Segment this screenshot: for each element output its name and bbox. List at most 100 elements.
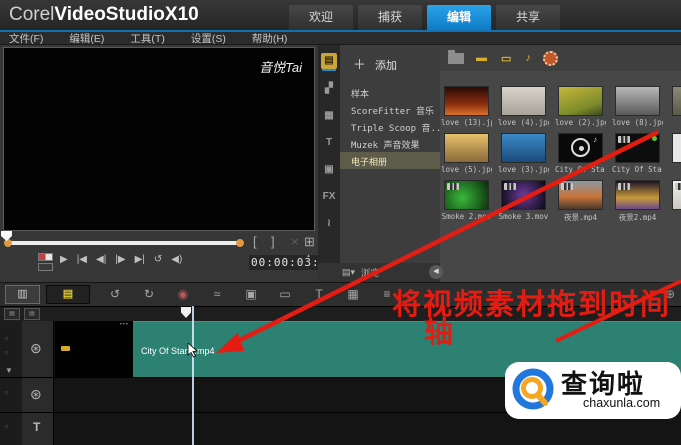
- media-thumbnail[interactable]: love (3).jpg: [498, 133, 555, 180]
- project-mode-icon[interactable]: [38, 253, 53, 261]
- mark-out-button[interactable]: ]: [271, 234, 275, 249]
- track-filter-button[interactable]: ▤: [24, 308, 40, 320]
- sound-mixer-button[interactable]: ≈: [200, 284, 234, 305]
- track-ripple-icon[interactable]: ▫: [5, 334, 8, 343]
- status-dot: [652, 136, 657, 141]
- site-name: 查询啦: [561, 370, 646, 399]
- mark-in-button[interactable]: [: [253, 234, 257, 249]
- library-item-ealbum[interactable]: 电子相册: [340, 152, 440, 169]
- title-track-option-icon[interactable]: ▫: [5, 422, 8, 431]
- subtitle-button[interactable]: T: [302, 284, 336, 305]
- show-all-tracks-button[interactable]: ▤: [4, 308, 20, 320]
- storyboard-view-button[interactable]: ▥: [5, 285, 40, 304]
- add-folder-button[interactable]: ＋添加: [340, 45, 440, 73]
- transitions-icon[interactable]: ▞: [325, 82, 333, 96]
- film-badge-icon: [618, 136, 630, 143]
- trim-handle-end[interactable]: [236, 239, 244, 247]
- media-thumbnail[interactable]: love: [669, 86, 681, 133]
- prev-frame-button[interactable]: ◀|: [96, 249, 106, 271]
- tab-edit[interactable]: 编辑: [427, 5, 491, 30]
- menu-file[interactable]: 文件(F): [9, 31, 43, 46]
- menu-settings[interactable]: 设置(S): [191, 31, 226, 46]
- snapshot-icon[interactable]: ⊞: [304, 234, 315, 250]
- overlay-track-option-icon[interactable]: ▫: [5, 388, 8, 397]
- workspace-tabs: 欢迎 捕获 编辑 共享: [289, 5, 560, 30]
- media-badge-icon[interactable]: [542, 50, 558, 66]
- track-options-column: [0, 321, 22, 445]
- video-track-icon[interactable]: ⊛: [30, 340, 42, 357]
- media-thumbnail[interactable]: 夜景2.mp4: [612, 180, 669, 227]
- motion-path-icon[interactable]: ≀: [327, 217, 331, 231]
- media-thumbnail[interactable]: Smoke 3.mov: [498, 180, 555, 227]
- record-capture-button[interactable]: ◉: [166, 284, 200, 305]
- menu-help[interactable]: 帮助(H): [252, 31, 288, 46]
- tab-welcome[interactable]: 欢迎: [289, 5, 353, 30]
- clip-menu-dots[interactable]: •••: [120, 322, 129, 328]
- preview-panel: 音悦Tai [ ] × ⊞ ▶ |◀ ◀| |▶ ▶| ↺ ◀) 00:00:03:26 ▲…: [0, 45, 337, 282]
- repeat-button[interactable]: ↺: [154, 249, 162, 271]
- media-thumbnail[interactable]: love (5).jpg: [441, 133, 498, 180]
- menu-edit[interactable]: 编辑(E): [69, 31, 104, 46]
- media-thumbnail[interactable]: love: [669, 133, 681, 180]
- timeline-playhead[interactable]: [192, 306, 194, 445]
- scrubber-track[interactable]: [8, 241, 240, 245]
- track-lock-icon[interactable]: ▫: [5, 348, 8, 357]
- menu-bar: 文件(F) 编辑(E) 工具(T) 设置(S) 帮助(H): [0, 32, 681, 45]
- title-bar: CorelVideoStudioX10 欢迎 捕获 编辑 共享: [0, 0, 681, 30]
- clip-logo-mark: [61, 346, 70, 351]
- media-thumbnail[interactable]: love (8).jpg: [612, 86, 669, 133]
- collapse-panel-button[interactable]: ◀: [429, 265, 443, 279]
- video-clip-thumbnail[interactable]: •••: [55, 321, 133, 377]
- tab-share[interactable]: 共享: [496, 5, 560, 30]
- media-thumbnail[interactable]: love (4).jpg: [498, 86, 555, 133]
- media-library-icon[interactable]: ▤: [321, 53, 337, 69]
- next-frame-button[interactable]: |▶: [115, 249, 125, 271]
- plus-icon: ＋: [353, 57, 367, 72]
- clip-name-label: City Of Stars .mp4: [141, 346, 215, 356]
- filter-audio-button[interactable]: ♪: [525, 52, 531, 65]
- filter-icon[interactable]: FX: [323, 190, 336, 204]
- chevron-down-icon[interactable]: ▼: [5, 366, 13, 375]
- film-badge-icon: [447, 183, 459, 190]
- site-logo-icon: [512, 368, 554, 409]
- go-start-button[interactable]: |◀: [77, 249, 87, 271]
- trim-handle-start[interactable]: [4, 239, 12, 247]
- media-thumbnail[interactable]: love (13).jpg: [441, 86, 498, 133]
- title-track-icon[interactable]: T: [33, 420, 40, 434]
- media-thumbnail[interactable]: Smoke 2.mov: [441, 180, 498, 227]
- project-clip-toggle[interactable]: [38, 253, 53, 273]
- library-item-samples[interactable]: 样本: [340, 84, 440, 101]
- title-icon[interactable]: T: [326, 136, 332, 150]
- undo-button[interactable]: ↺: [98, 284, 132, 305]
- auto-music-button[interactable]: ▣: [234, 284, 268, 305]
- overlay-icon[interactable]: ▣: [324, 163, 333, 177]
- redo-button[interactable]: ↻: [132, 284, 166, 305]
- menu-tools[interactable]: 工具(T): [130, 31, 164, 46]
- mix-track-button[interactable]: ▭: [268, 284, 302, 305]
- media-thumbnail[interactable]: love (2).jpg: [555, 86, 612, 133]
- preview-watermark: 音悦Tai: [259, 60, 302, 75]
- media-thumbnail[interactable]: ♪ City Of Star...: [555, 133, 612, 180]
- filter-photo-button[interactable]: ▭: [501, 52, 511, 65]
- media-thumbnail[interactable]: love: [669, 180, 681, 227]
- track-manager-button[interactable]: ▦: [336, 284, 370, 305]
- go-end-button[interactable]: ▶|: [135, 249, 145, 271]
- photo-icon[interactable]: ▦: [324, 109, 333, 123]
- timecode-stepper[interactable]: ▲ ▼: [306, 253, 311, 265]
- library-item-scorefitter[interactable]: ScoreFitter 音乐: [340, 101, 440, 118]
- overlay-track-icon[interactable]: ⊛: [30, 386, 42, 403]
- browse-label[interactable]: 浏览: [361, 266, 379, 279]
- timeline-view-button[interactable]: ▤: [46, 285, 90, 304]
- tab-capture[interactable]: 捕获: [358, 5, 422, 30]
- clip-mode-icon[interactable]: [38, 263, 53, 271]
- library-item-triplescoop[interactable]: Triple Scoop 音...: [340, 118, 440, 135]
- volume-button[interactable]: ◀): [171, 249, 182, 271]
- site-url: chaxunla.com: [583, 396, 661, 410]
- play-button[interactable]: ▶: [60, 249, 68, 271]
- media-thumbnail[interactable]: City Of Star...: [612, 133, 669, 180]
- filter-video-button[interactable]: ▬: [476, 52, 487, 65]
- library-item-muzek[interactable]: Muzek 声音效果: [340, 135, 440, 152]
- split-clip-icon[interactable]: ×: [291, 234, 299, 249]
- folder-icon[interactable]: [448, 49, 464, 64]
- media-thumbnail[interactable]: 夜景.mp4: [555, 180, 612, 227]
